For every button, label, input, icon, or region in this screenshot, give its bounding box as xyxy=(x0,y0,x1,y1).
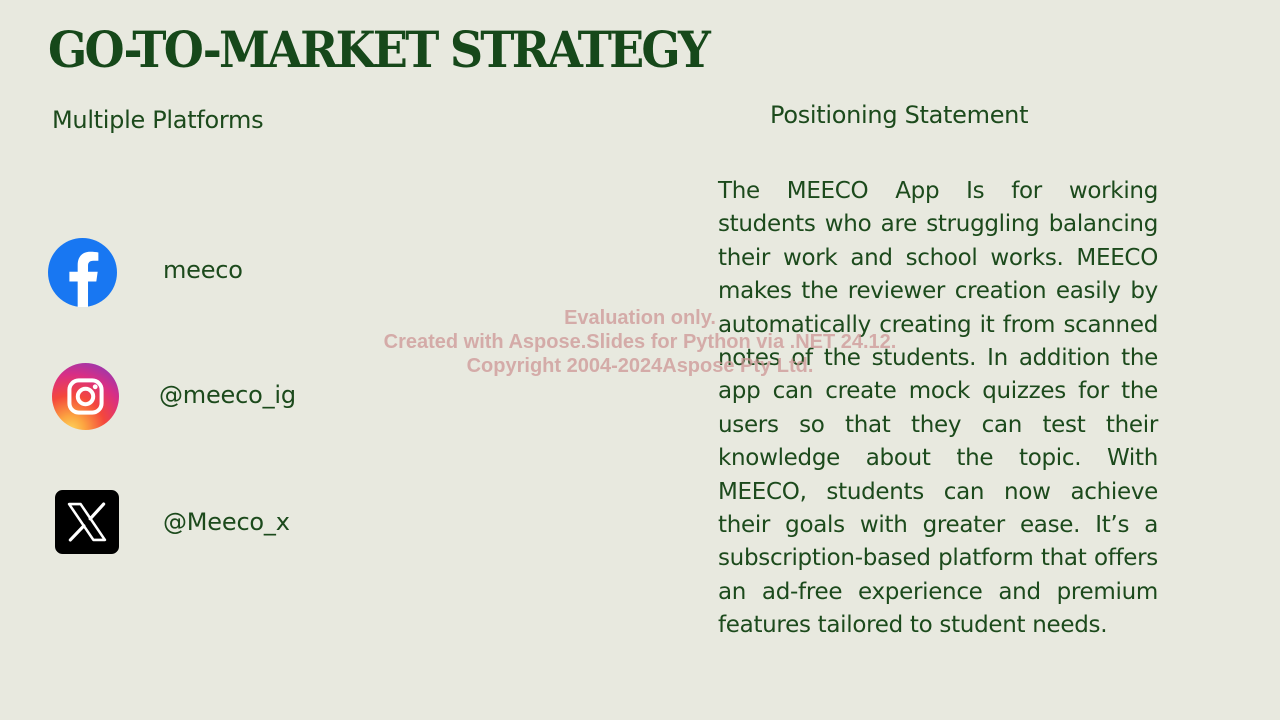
platform-row-facebook: meeco xyxy=(0,237,400,307)
positioning-statement: The MEECO App Is for working students wh… xyxy=(718,178,1158,639)
positioning-heading: Positioning Statement xyxy=(770,101,1029,129)
platforms-heading: Multiple Platforms xyxy=(52,106,264,134)
instagram-icon xyxy=(52,363,119,430)
platform-row-instagram: @meeco_ig xyxy=(0,363,400,433)
facebook-handle: meeco xyxy=(163,256,243,284)
x-handle: @Meeco_x xyxy=(163,508,290,536)
facebook-icon xyxy=(48,238,117,307)
x-icon xyxy=(55,490,119,554)
slide-title: GO-TO-MARKET STRATEGY xyxy=(48,20,711,79)
instagram-handle: @meeco_ig xyxy=(159,381,296,409)
platform-row-x: @Meeco_x xyxy=(0,489,400,559)
